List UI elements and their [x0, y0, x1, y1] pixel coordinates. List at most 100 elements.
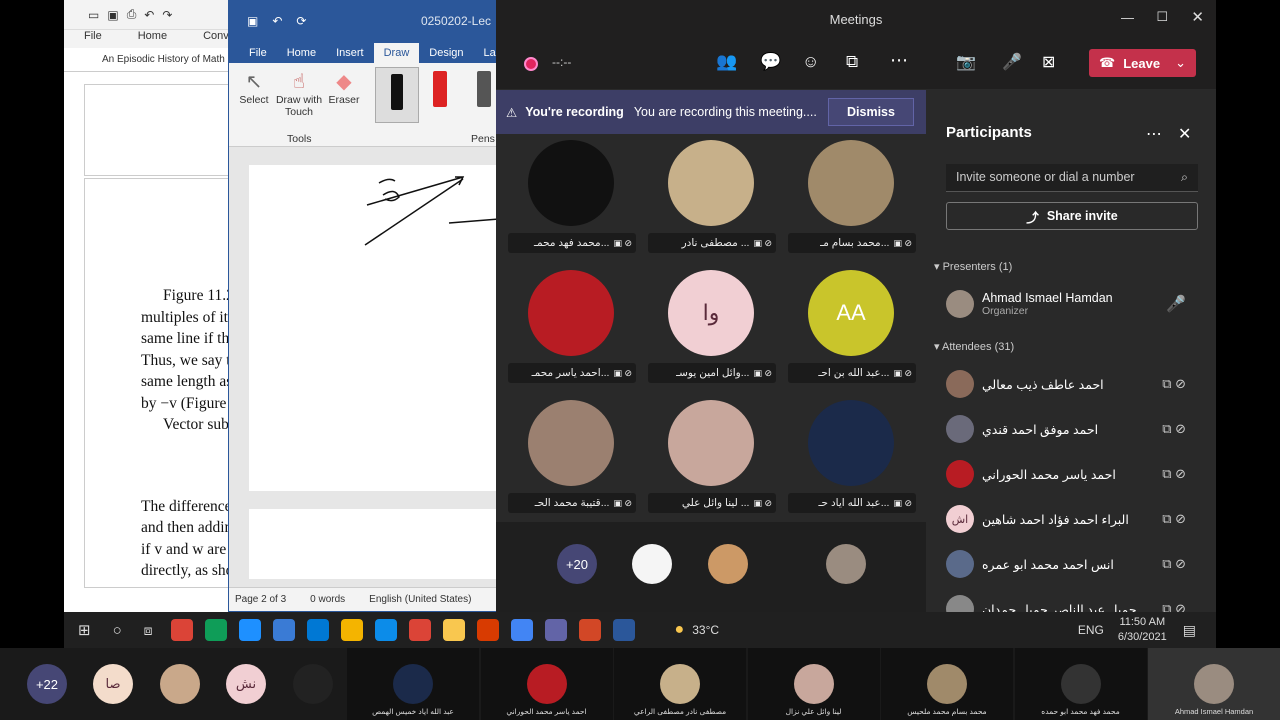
save-icon[interactable]: ▣: [107, 8, 118, 22]
attendee-row[interactable]: اش البراء احمد فؤاد احمد شاهين ⧉ ⊘: [946, 499, 1186, 539]
video-tile[interactable]: عبد الله اياد حـ... ▣ ⊘: [782, 396, 920, 518]
redo-icon[interactable]: ↷: [162, 8, 172, 22]
strip-tile[interactable]: Ahmad Ismael Hamdan: [1148, 648, 1280, 720]
attendee-row[interactable]: احمد ياسر محمد الحوراني ⧉ ⊘: [946, 454, 1186, 494]
video-tile[interactable]: لينا وائل علي ... ▣ ⊘: [642, 396, 780, 518]
word-icon[interactable]: [612, 619, 635, 641]
pdf-reader-icon[interactable]: [476, 619, 499, 641]
pen-red[interactable]: [433, 71, 447, 107]
chevron-down-icon[interactable]: ⌄: [1175, 55, 1186, 71]
overflow-participants[interactable]: +20: [557, 544, 597, 584]
mic-off-icon[interactable]: ⧉ ⊘: [1162, 466, 1186, 482]
attendee-row[interactable]: احمد موفق احمد قندي ⧉ ⊘: [946, 409, 1186, 449]
pdf-document-tab[interactable]: An Episodic History of Math: [64, 48, 234, 72]
avatar[interactable]: [293, 664, 333, 704]
avatar[interactable]: نش: [226, 664, 266, 704]
invite-input[interactable]: Invite someone or dial a number ⌕: [946, 164, 1198, 192]
temperature[interactable]: 33°C: [692, 623, 719, 637]
leave-button[interactable]: ☎ Leave ⌄: [1089, 49, 1196, 77]
mic-off-icon[interactable]: ⧉ ⊘: [1162, 556, 1186, 572]
video-tile[interactable]: AA عبد الله بن احـ... ▣ ⊘: [782, 266, 920, 388]
language-indicator[interactable]: ENG: [1078, 623, 1104, 637]
pdf-menu-home[interactable]: Home: [138, 30, 167, 48]
video-tile[interactable]: مصطفى نادر ... ▣ ⊘: [642, 136, 780, 258]
presenter-row[interactable]: Ahmad Ismael Hamdan Organizer 🎤: [946, 284, 1186, 324]
tab-file[interactable]: File: [239, 43, 277, 63]
attendee-row[interactable]: انس احمد محمد ابو عمره ⧉ ⊘: [946, 544, 1186, 584]
share-invite-button[interactable]: ⤴ Share invite: [946, 202, 1198, 230]
draw-with-touch-tool[interactable]: ☝ Draw with Touch: [273, 69, 325, 118]
mail-icon[interactable]: [306, 619, 329, 641]
close-panel-icon[interactable]: ✕: [1178, 124, 1191, 144]
tab-design[interactable]: Design: [419, 43, 473, 63]
mic-off-icon[interactable]: ⧉ ⊘: [1162, 421, 1186, 437]
edge-icon[interactable]: [238, 619, 261, 641]
mic-icon[interactable]: 🎤: [1002, 52, 1022, 72]
chrome-icon[interactable]: [170, 619, 193, 641]
print-icon[interactable]: ⎙: [127, 7, 137, 22]
rooms-icon[interactable]: ⧉: [846, 52, 858, 72]
explorer-icon[interactable]: [442, 619, 465, 641]
presenters-section[interactable]: ▾ Presenters (1): [934, 260, 1012, 273]
chrome-icon[interactable]: [408, 619, 431, 641]
attendee-row[interactable]: احمد عاطف ذيب معالي ⧉ ⊘: [946, 364, 1186, 404]
dismiss-button[interactable]: Dismiss: [828, 98, 914, 126]
avatar[interactable]: صا: [93, 664, 133, 704]
chat-icon[interactable]: 💬: [760, 52, 781, 72]
video-tile[interactable]: محمد فهد محمـ... ▣ ⊘: [502, 136, 640, 258]
undo-icon[interactable]: ↶: [272, 14, 282, 28]
more-options-icon[interactable]: ⋯: [1146, 124, 1162, 144]
camera-off-icon[interactable]: 📷: [956, 52, 976, 72]
search-icon[interactable]: ○: [113, 622, 122, 639]
save-icon[interactable]: ▣: [247, 14, 258, 28]
chrome-icon[interactable]: [510, 619, 533, 641]
pen-black[interactable]: [375, 67, 419, 123]
overflow-participants[interactable]: +22: [27, 664, 67, 704]
tab-insert[interactable]: Insert: [326, 43, 374, 63]
word-document-page-next[interactable]: [249, 509, 499, 579]
redo-icon[interactable]: ⟳: [296, 14, 306, 28]
language-status[interactable]: English (United States): [369, 594, 471, 605]
mic-off-icon[interactable]: ⧉ ⊘: [1162, 511, 1186, 527]
minimize-icon[interactable]: —: [1121, 10, 1134, 25]
pdf-menu-file[interactable]: File: [84, 30, 102, 48]
word-document-page[interactable]: [249, 165, 500, 491]
strip-tile[interactable]: محمد فهد محمد ابو حمده: [1014, 648, 1147, 720]
pen-gray[interactable]: [477, 71, 491, 107]
strip-tile[interactable]: محمد بسام محمد ملحيس: [881, 648, 1013, 720]
video-tile[interactable]: محمد بسام مـ... ▣ ⊘: [782, 136, 920, 258]
participants-icon[interactable]: 👥: [716, 52, 737, 72]
chrome-icon[interactable]: [204, 619, 227, 641]
video-tile[interactable]: احمد ياسر محمـ... ▣ ⊘: [502, 266, 640, 388]
strip-tile[interactable]: عبد الله اياد خميس الهمص: [347, 648, 479, 720]
attendees-section[interactable]: ▾ Attendees (31): [934, 340, 1014, 353]
start-icon[interactable]: ⊞: [78, 621, 91, 639]
folder-icon[interactable]: ▭: [88, 8, 99, 22]
clock[interactable]: 11:50 AM 6/30/2021: [1118, 615, 1167, 645]
share-screen-stop-icon[interactable]: ⊠: [1042, 52, 1055, 72]
video-tile[interactable]: قتيبة محمد الحـ... ▣ ⊘: [502, 396, 640, 518]
mic-off-icon[interactable]: ⧉ ⊘: [1162, 376, 1186, 392]
store-icon[interactable]: [272, 619, 295, 641]
close-icon[interactable]: ✕: [1191, 8, 1204, 26]
strip-tile[interactable]: احمد ياسر محمد الحوراني: [480, 648, 613, 720]
avatar[interactable]: [160, 664, 200, 704]
reactions-icon[interactable]: ☺: [802, 52, 819, 72]
strip-tile[interactable]: مصطفى نادر مصطفى الراعي: [614, 648, 746, 720]
maximize-icon[interactable]: ☐: [1156, 9, 1168, 25]
edge-icon[interactable]: [374, 619, 397, 641]
select-tool[interactable]: ↖ Select: [239, 69, 269, 106]
more-actions-icon[interactable]: ⋯: [890, 50, 908, 71]
weather-icon[interactable]: ●: [675, 621, 685, 639]
powerpoint-icon[interactable]: [578, 619, 601, 641]
task-view-icon[interactable]: ⧈: [144, 622, 153, 639]
undo-icon[interactable]: ↶: [144, 8, 154, 22]
notifications-icon[interactable]: ▤: [1183, 622, 1196, 639]
tab-home[interactable]: Home: [277, 43, 326, 63]
tab-draw[interactable]: Draw: [373, 43, 420, 63]
strip-tile[interactable]: لينا وائل علي نزال: [747, 648, 880, 720]
video-tile[interactable]: وا وائل امين يوسـ... ▣ ⊘: [642, 266, 780, 388]
teams-icon[interactable]: [544, 619, 567, 641]
chrome-icon[interactable]: [340, 619, 363, 641]
eraser-tool[interactable]: ◆ Eraser: [327, 69, 361, 106]
